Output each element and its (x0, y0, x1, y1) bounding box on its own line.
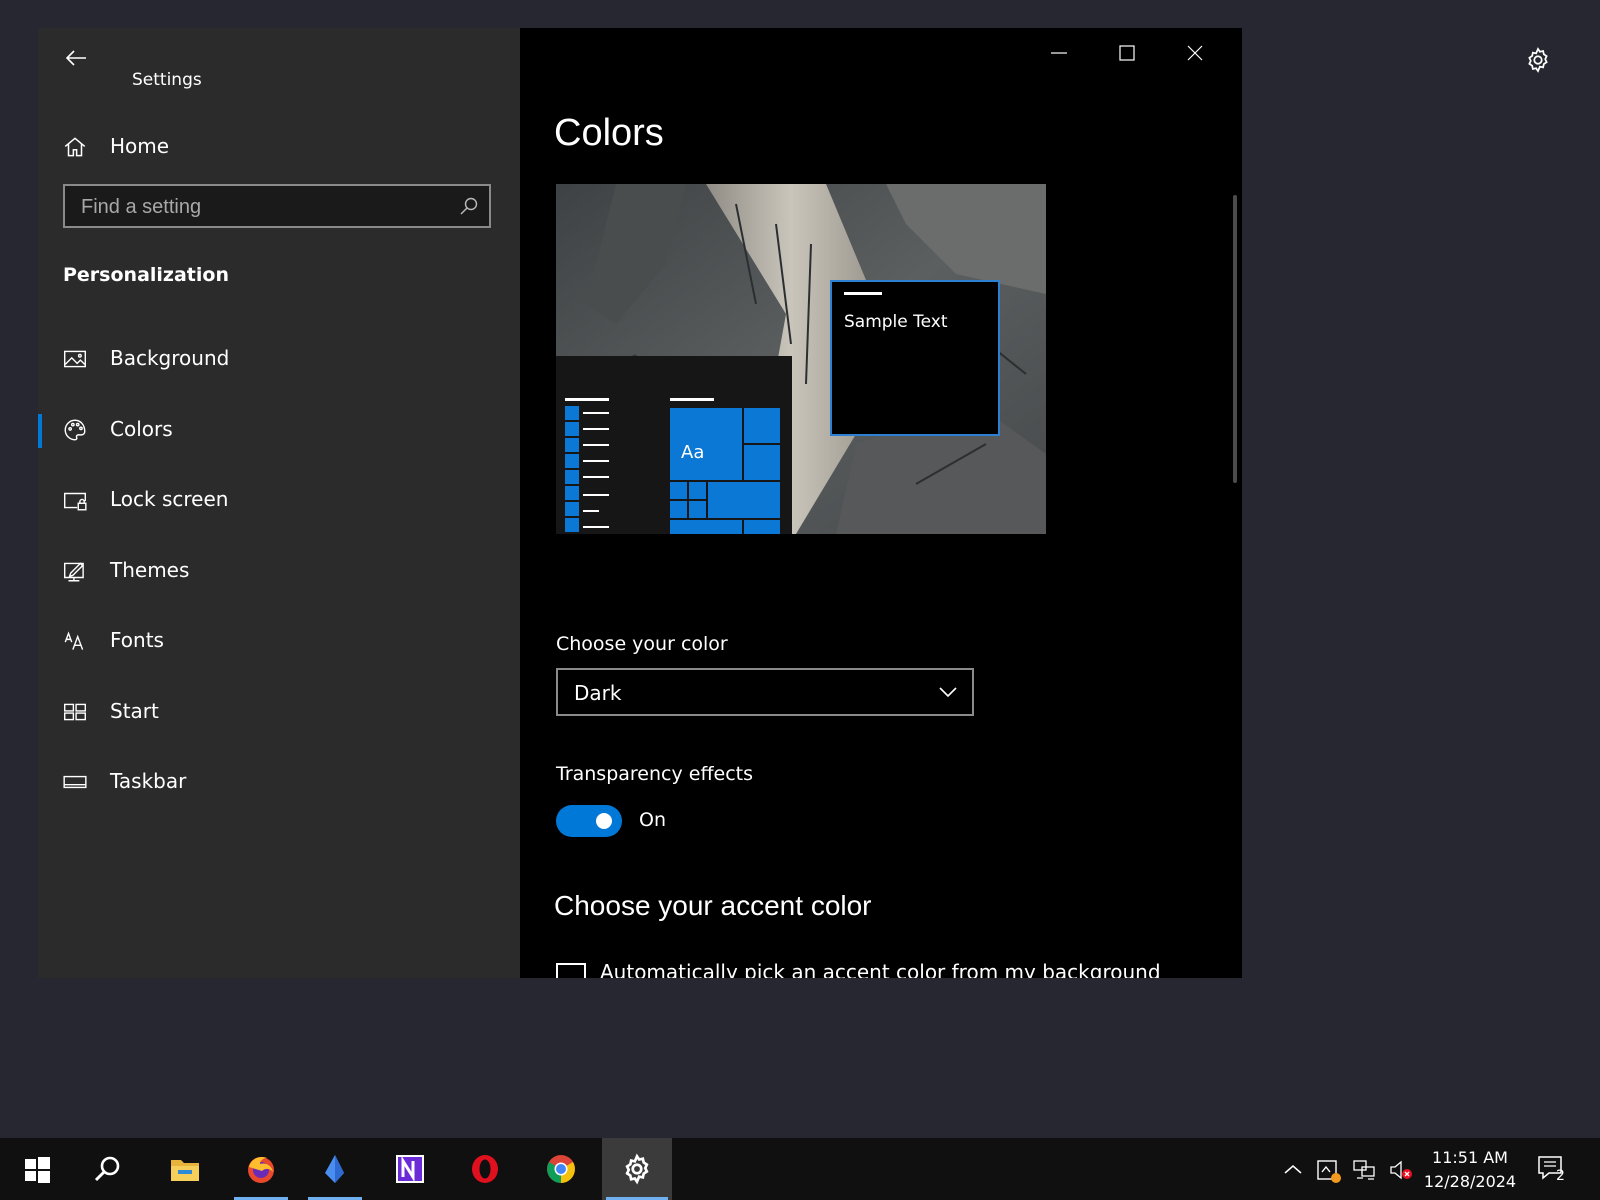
sidebar-item-label: Lock screen (110, 487, 229, 511)
section-title: Personalization (63, 264, 229, 286)
taskbar-crystal-app[interactable] (304, 1138, 366, 1200)
taskbar-firefox[interactable] (230, 1138, 292, 1200)
search-input[interactable] (79, 186, 443, 228)
minimize-icon (1051, 52, 1067, 54)
app-n-icon (396, 1155, 424, 1183)
transparency-label: Transparency effects (556, 763, 754, 785)
lock-screen-icon (62, 487, 88, 513)
sidebar-item-fonts[interactable]: Fonts (38, 615, 520, 667)
sidebar-item-taskbar[interactable]: Taskbar (38, 756, 520, 808)
taskbar-chrome[interactable] (530, 1138, 592, 1200)
taskbar-opera[interactable] (454, 1138, 516, 1200)
network-icon[interactable] (1352, 1158, 1376, 1182)
search-box[interactable] (63, 184, 491, 228)
search-icon (94, 1156, 120, 1182)
volume-muted-icon[interactable] (1388, 1158, 1412, 1182)
content-scrollbar[interactable] (1233, 195, 1237, 483)
palette-icon (62, 417, 88, 443)
fonts-icon (62, 628, 88, 654)
sidebar-item-themes[interactable]: Themes (38, 545, 520, 597)
sample-text: Sample Text (844, 312, 948, 332)
file-explorer-icon (171, 1160, 199, 1181)
sidebar-item-label: Colors (110, 417, 173, 441)
show-hidden-icons-chevron-up-icon[interactable] (1281, 1158, 1305, 1182)
home-icon (62, 134, 88, 160)
sample-window-titlebar (844, 292, 882, 295)
nav-home[interactable]: Home (38, 121, 520, 173)
themes-icon (62, 558, 88, 584)
start-icon (62, 699, 88, 725)
sidebar-item-start[interactable]: Start (38, 686, 520, 738)
taskbar-file-explorer[interactable] (154, 1138, 216, 1200)
minimize-button[interactable] (1026, 28, 1092, 78)
sidebar-item-label: Background (110, 346, 230, 370)
settings-icon (625, 1153, 649, 1185)
close-icon (1187, 45, 1203, 61)
maximize-icon (1119, 45, 1135, 61)
start-tiles-graphic (565, 398, 780, 534)
nav-home-label: Home (110, 134, 170, 158)
sync-app-icon[interactable] (1316, 1158, 1341, 1183)
content-pane: Colors Aa Sample Text Choose your color … (520, 28, 1242, 978)
start-button[interactable] (6, 1138, 68, 1200)
sidebar-item-label: Themes (110, 558, 190, 582)
accent-heading: Choose your accent color (554, 890, 872, 921)
choose-color-value: Dark (574, 681, 622, 705)
auto-accent-checkbox[interactable] (556, 963, 586, 978)
choose-color-label: Choose your color (556, 633, 728, 655)
firefox-icon (248, 1157, 274, 1183)
chrome-icon (547, 1155, 575, 1183)
sample-window-preview: Sample Text (830, 280, 1000, 436)
opera-icon (472, 1155, 498, 1183)
choose-color-dropdown[interactable]: Dark (556, 668, 974, 716)
taskbar-icon (62, 769, 88, 795)
app-title: Settings (132, 70, 202, 90)
sidebar-item-background[interactable]: Background (38, 333, 520, 385)
selection-indicator (38, 414, 42, 448)
notification-count: 2 (1556, 1168, 1565, 1184)
taskbar-n-app[interactable] (379, 1138, 441, 1200)
image-icon (62, 346, 88, 372)
taskbar-search-button[interactable] (76, 1138, 138, 1200)
settings-window: Settings Home Personalization (38, 28, 1242, 978)
app-crystal-icon (325, 1155, 344, 1183)
sidebar-item-label: Taskbar (110, 769, 187, 793)
clock-time: 11:51 AM (1432, 1148, 1508, 1167)
clock-date: 12/28/2024 (1423, 1172, 1517, 1191)
maximize-button[interactable] (1094, 28, 1160, 78)
sidebar-item-lock-screen[interactable]: Lock screen (38, 474, 520, 526)
close-button[interactable] (1162, 28, 1228, 78)
sidebar-item-label: Fonts (110, 628, 164, 652)
desktop-gear-icon[interactable] (1524, 46, 1552, 74)
sidebar-item-colors[interactable]: Colors (38, 404, 520, 456)
navigation-pane: Settings Home Personalization (38, 28, 520, 978)
auto-accent-label: Automatically pick an accent color from … (600, 960, 1161, 978)
system-clock[interactable]: 11:51 AM 12/28/2024 (1420, 1146, 1520, 1194)
start-menu-preview (556, 356, 792, 534)
windows-start-icon (25, 1157, 50, 1183)
theme-preview: Aa Sample Text (556, 184, 1046, 534)
transparency-state: On (639, 809, 666, 831)
toggle-knob (596, 813, 612, 829)
sidebar-item-label: Start (110, 699, 159, 723)
page-title: Colors (554, 112, 664, 154)
back-button[interactable] (60, 42, 92, 74)
tile-sample-text: Aa (681, 442, 705, 463)
taskbar-settings[interactable] (602, 1138, 672, 1200)
search-icon[interactable] (459, 196, 479, 216)
transparency-toggle[interactable] (556, 805, 622, 837)
chevron-down-icon (938, 684, 958, 703)
